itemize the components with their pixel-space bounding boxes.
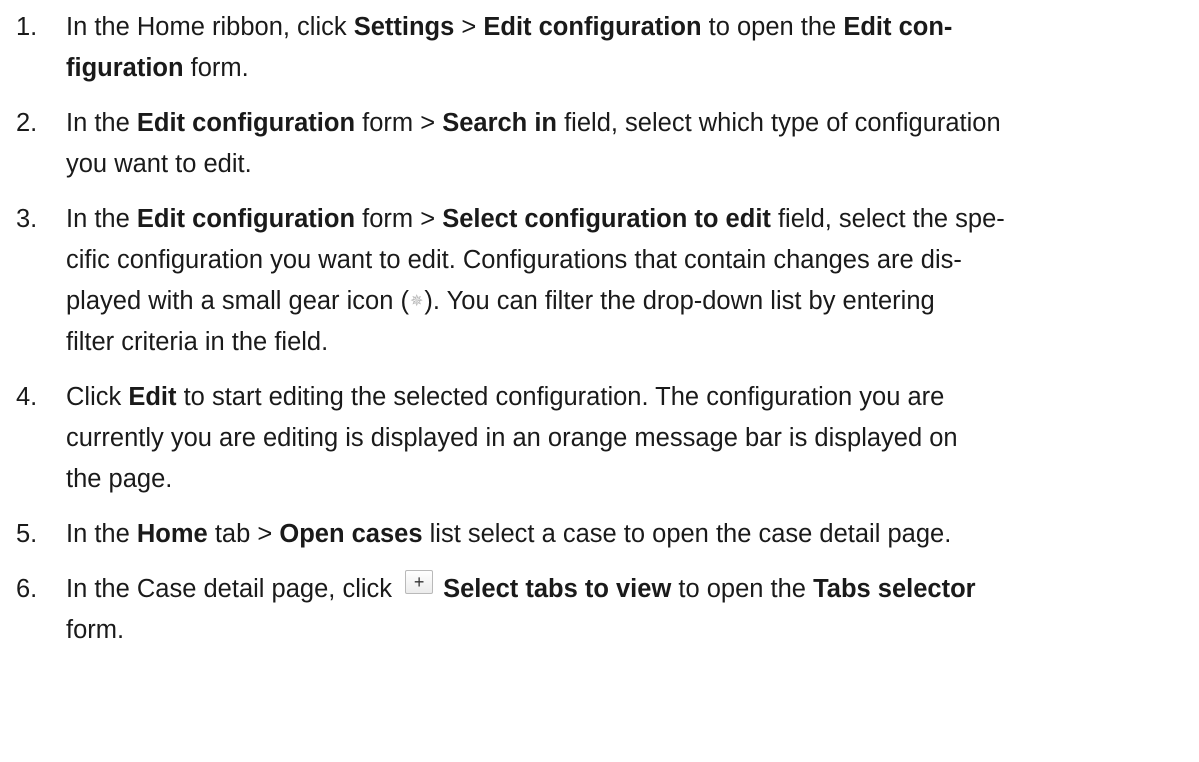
ui-term: Edit configuration bbox=[483, 13, 702, 41]
document-page: 1. In the Home ribbon, click Settings > E… bbox=[0, 0, 1199, 762]
step-text: to open the bbox=[701, 13, 844, 41]
ui-term: Edit con- bbox=[843, 13, 953, 41]
step-number: 4. bbox=[16, 383, 38, 411]
step-text: In the Home ribbon, click bbox=[66, 13, 354, 41]
step-text: to start editing the selected configurat… bbox=[176, 383, 945, 411]
step-text: form > bbox=[355, 205, 443, 233]
ui-term: Search in bbox=[442, 109, 558, 137]
step-item: 4. Click Edit to start editing the select… bbox=[16, 377, 1191, 500]
add-tab-icon: + bbox=[405, 570, 434, 594]
step-item: 6. In the Case detail page, click + Select… bbox=[16, 569, 1191, 651]
step-text: list select a case to open the case deta… bbox=[422, 520, 952, 548]
step-text: filter criteria in the field. bbox=[66, 328, 329, 356]
step-text: field, select which type of configuratio… bbox=[557, 109, 1001, 137]
ui-term: Select configuration to edit bbox=[442, 205, 771, 233]
step-text: you want to edit. bbox=[66, 150, 252, 178]
step-text: to open the bbox=[671, 575, 814, 603]
step-item: 3. In the Edit configuration form > Selec… bbox=[16, 199, 1191, 363]
ui-term: Settings bbox=[353, 13, 455, 41]
step-text: form. bbox=[183, 54, 249, 82]
step-item: 2. In the Edit configuration form > Searc… bbox=[16, 103, 1191, 185]
step-text: ). You can filter the drop-down list by … bbox=[424, 287, 935, 315]
gear-icon: ✵ bbox=[410, 293, 424, 310]
ui-term: figuration bbox=[66, 54, 184, 82]
step-text: cific configuration you want to edit. Co… bbox=[66, 246, 962, 274]
step-text: form > bbox=[355, 109, 443, 137]
step-text: Click bbox=[66, 383, 129, 411]
ui-term: Select tabs to view bbox=[443, 575, 672, 603]
ui-term: Edit bbox=[128, 383, 177, 411]
step-item: 1. In the Home ribbon, click Settings > E… bbox=[16, 7, 1191, 89]
step-number: 3. bbox=[16, 205, 38, 233]
procedure-steps-list: 1. In the Home ribbon, click Settings > E… bbox=[16, 7, 1191, 665]
step-text: tab > bbox=[207, 520, 280, 548]
step-number: 5. bbox=[16, 520, 38, 548]
step-text: In the bbox=[66, 520, 137, 548]
step-text: In the bbox=[66, 109, 137, 137]
step-item: 5. In the Home tab > Open cases list sele… bbox=[16, 514, 1191, 555]
step-text: > bbox=[454, 13, 484, 41]
ui-term: Home bbox=[136, 520, 208, 548]
step-number: 6. bbox=[16, 575, 38, 603]
step-text: In the Case detail page, click bbox=[66, 575, 400, 603]
step-text: form. bbox=[66, 616, 125, 644]
ui-term: Tabs selector bbox=[813, 575, 976, 603]
step-number: 1. bbox=[16, 13, 38, 41]
step-text: played with a small gear icon ( bbox=[66, 287, 409, 315]
ui-term: Edit configuration bbox=[136, 109, 356, 137]
step-text: the page. bbox=[66, 465, 173, 493]
step-text: In the bbox=[66, 205, 137, 233]
step-text: currently you are editing is displayed i… bbox=[66, 424, 958, 452]
step-text: field, select the spe- bbox=[770, 205, 1005, 233]
step-number: 2. bbox=[16, 109, 38, 137]
ui-term: Open cases bbox=[279, 520, 423, 548]
ui-term: Edit configuration bbox=[136, 205, 356, 233]
